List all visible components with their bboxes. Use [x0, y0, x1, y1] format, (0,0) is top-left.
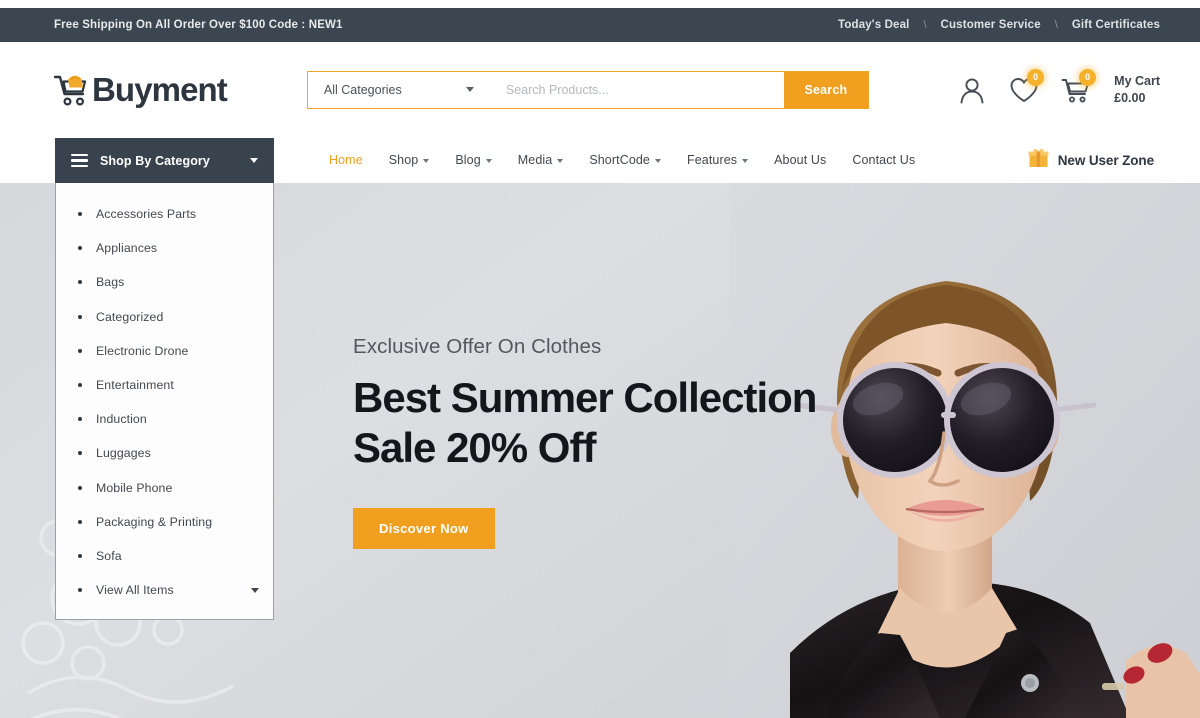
- category-item-label: Appliances: [96, 241, 158, 256]
- chevron-down-icon: [465, 87, 474, 92]
- category-item-label: Electronic Drone: [96, 343, 189, 358]
- nav-item-shortcode[interactable]: ShortCode: [576, 153, 674, 167]
- bullet-icon: [78, 485, 82, 490]
- header-actions: 0 0 My Cart £0.00: [956, 68, 1160, 107]
- bullet-icon: [78, 246, 82, 251]
- bullet-icon: [78, 519, 82, 524]
- gift-icon: [1028, 147, 1049, 173]
- nav-item-label: About Us: [774, 153, 827, 167]
- chevron-down-icon: [423, 159, 430, 163]
- wishlist-icon[interactable]: 0: [1008, 68, 1045, 106]
- hero-title-line-2: Sale 20% Off: [353, 423, 596, 471]
- view-all-items-label: View All Items: [96, 583, 174, 598]
- cart-count-badge: 0: [1079, 68, 1097, 86]
- discover-now-button[interactable]: Discover Now: [353, 508, 495, 550]
- hero-subtitle: Exclusive Offer On Clothes: [353, 335, 602, 358]
- page-root: Free Shipping On All Order Over $100 Cod…: [0, 0, 1200, 718]
- nav-item-blog[interactable]: Blog: [442, 153, 504, 167]
- top-announcement-bar: Free Shipping On All Order Over $100 Cod…: [0, 8, 1200, 42]
- bullet-icon: [78, 348, 82, 353]
- chevron-down-icon: [485, 159, 492, 163]
- new-user-zone-link[interactable]: New User Zone: [1028, 137, 1154, 183]
- category-item-categorized[interactable]: Categorized: [56, 300, 273, 334]
- category-item-label: Accessories Parts: [96, 207, 197, 222]
- nav-item-label: Contact Us: [852, 153, 916, 167]
- category-item-mobile-phone[interactable]: Mobile Phone: [56, 471, 273, 505]
- chevron-down-icon: [557, 159, 564, 163]
- nav-item-label: Media: [517, 153, 553, 167]
- logo-text: Buyment: [92, 71, 228, 108]
- nav-item-label: Features: [686, 153, 738, 167]
- topbar-link-todays-deal[interactable]: Today's Deal: [824, 19, 923, 31]
- category-item-packaging-printing[interactable]: Packaging & Printing: [56, 505, 273, 539]
- shop-by-category-label: Shop By Category: [100, 153, 210, 168]
- search-category-select[interactable]: All Categories: [307, 71, 496, 108]
- category-item-label: Luggages: [96, 446, 151, 461]
- category-item-accessories-parts[interactable]: Accessories Parts: [56, 197, 273, 231]
- shop-by-category-header[interactable]: Shop By Category: [55, 138, 274, 183]
- bullet-icon: [78, 314, 82, 319]
- bullet-icon: [78, 553, 82, 558]
- nav-item-label: ShortCode: [589, 153, 650, 167]
- bullet-icon: [78, 383, 82, 388]
- bullet-icon: [78, 417, 82, 422]
- bullet-icon: [78, 451, 82, 456]
- chevron-down-icon: [654, 159, 661, 163]
- site-logo[interactable]: Buyment: [53, 71, 228, 108]
- bullet-icon: [78, 588, 82, 593]
- nav-item-label: Home: [329, 153, 363, 167]
- search-category-label: All Categories: [323, 82, 402, 97]
- bullet-icon: [78, 280, 82, 285]
- site-header: Buyment All Categories Search 0: [0, 42, 1200, 137]
- shipping-message: Free Shipping On All Order Over $100 Cod…: [54, 19, 343, 31]
- category-item-view-all-items[interactable]: View All Items: [56, 573, 273, 607]
- account-icon[interactable]: [956, 74, 988, 106]
- category-item-label: Sofa: [96, 548, 122, 563]
- nav-item-label: Blog: [455, 153, 481, 167]
- category-item-label: Entertainment: [96, 378, 174, 393]
- hero-copy: Exclusive Offer On Clothes Best Summer C…: [353, 335, 873, 550]
- category-item-electronic-drone[interactable]: Electronic Drone: [56, 334, 273, 368]
- category-item-sofa[interactable]: Sofa: [56, 539, 273, 573]
- search-input[interactable]: [495, 71, 784, 108]
- nav-item-features[interactable]: Features: [674, 153, 761, 167]
- topbar-links: Today's Deal \ Customer Service \ Gift C…: [824, 19, 1174, 31]
- search-button[interactable]: Search: [783, 71, 868, 108]
- category-item-label: Packaging & Printing: [96, 514, 213, 529]
- chevron-down-icon[interactable]: [251, 587, 259, 593]
- nav-item-media[interactable]: Media: [505, 153, 577, 167]
- category-list-panel: Accessories Parts Appliances Bags Catego…: [55, 183, 274, 620]
- chevron-down-icon: [250, 158, 258, 163]
- category-item-label: Bags: [96, 275, 125, 290]
- nav-item-home[interactable]: Home: [316, 153, 376, 167]
- category-item-label: Mobile Phone: [96, 480, 173, 495]
- nav-item-label: Shop: [388, 153, 419, 167]
- new-user-zone-label: New User Zone: [1057, 152, 1154, 168]
- shopping-cart-logo-icon: [53, 73, 90, 107]
- category-item-bags[interactable]: Bags: [56, 265, 273, 299]
- category-item-appliances[interactable]: Appliances: [56, 231, 273, 265]
- wishlist-count-badge: 0: [1027, 68, 1045, 86]
- cart-label: My Cart: [1114, 73, 1160, 88]
- category-item-label: Induction: [96, 412, 147, 427]
- nav-item-about-us[interactable]: About Us: [761, 153, 839, 167]
- cart-total: £0.00: [1114, 90, 1146, 105]
- cart-icon[interactable]: 0: [1060, 68, 1097, 106]
- category-item-label: Categorized: [96, 309, 164, 324]
- topbar-link-customer-service[interactable]: Customer Service: [927, 19, 1055, 31]
- topbar-link-gift-certificates[interactable]: Gift Certificates: [1058, 19, 1174, 31]
- hamburger-icon: [71, 154, 88, 167]
- bullet-icon: [78, 212, 82, 217]
- hero-title: Best Summer Collection Sale 20% Off: [353, 373, 873, 472]
- category-item-induction[interactable]: Induction: [56, 402, 273, 436]
- nav-item-shop[interactable]: Shop: [376, 153, 443, 167]
- category-item-entertainment[interactable]: Entertainment: [56, 368, 273, 402]
- category-item-luggages[interactable]: Luggages: [56, 436, 273, 470]
- chevron-down-icon: [742, 159, 749, 163]
- search-bar: All Categories Search: [306, 70, 869, 109]
- nav-item-contact-us[interactable]: Contact Us: [839, 153, 928, 167]
- cart-summary[interactable]: My Cart £0.00: [1114, 73, 1160, 107]
- nav-links: Home Shop Blog Media ShortCode Features: [316, 137, 928, 183]
- hero-title-line-1: Best Summer Collection: [353, 374, 817, 421]
